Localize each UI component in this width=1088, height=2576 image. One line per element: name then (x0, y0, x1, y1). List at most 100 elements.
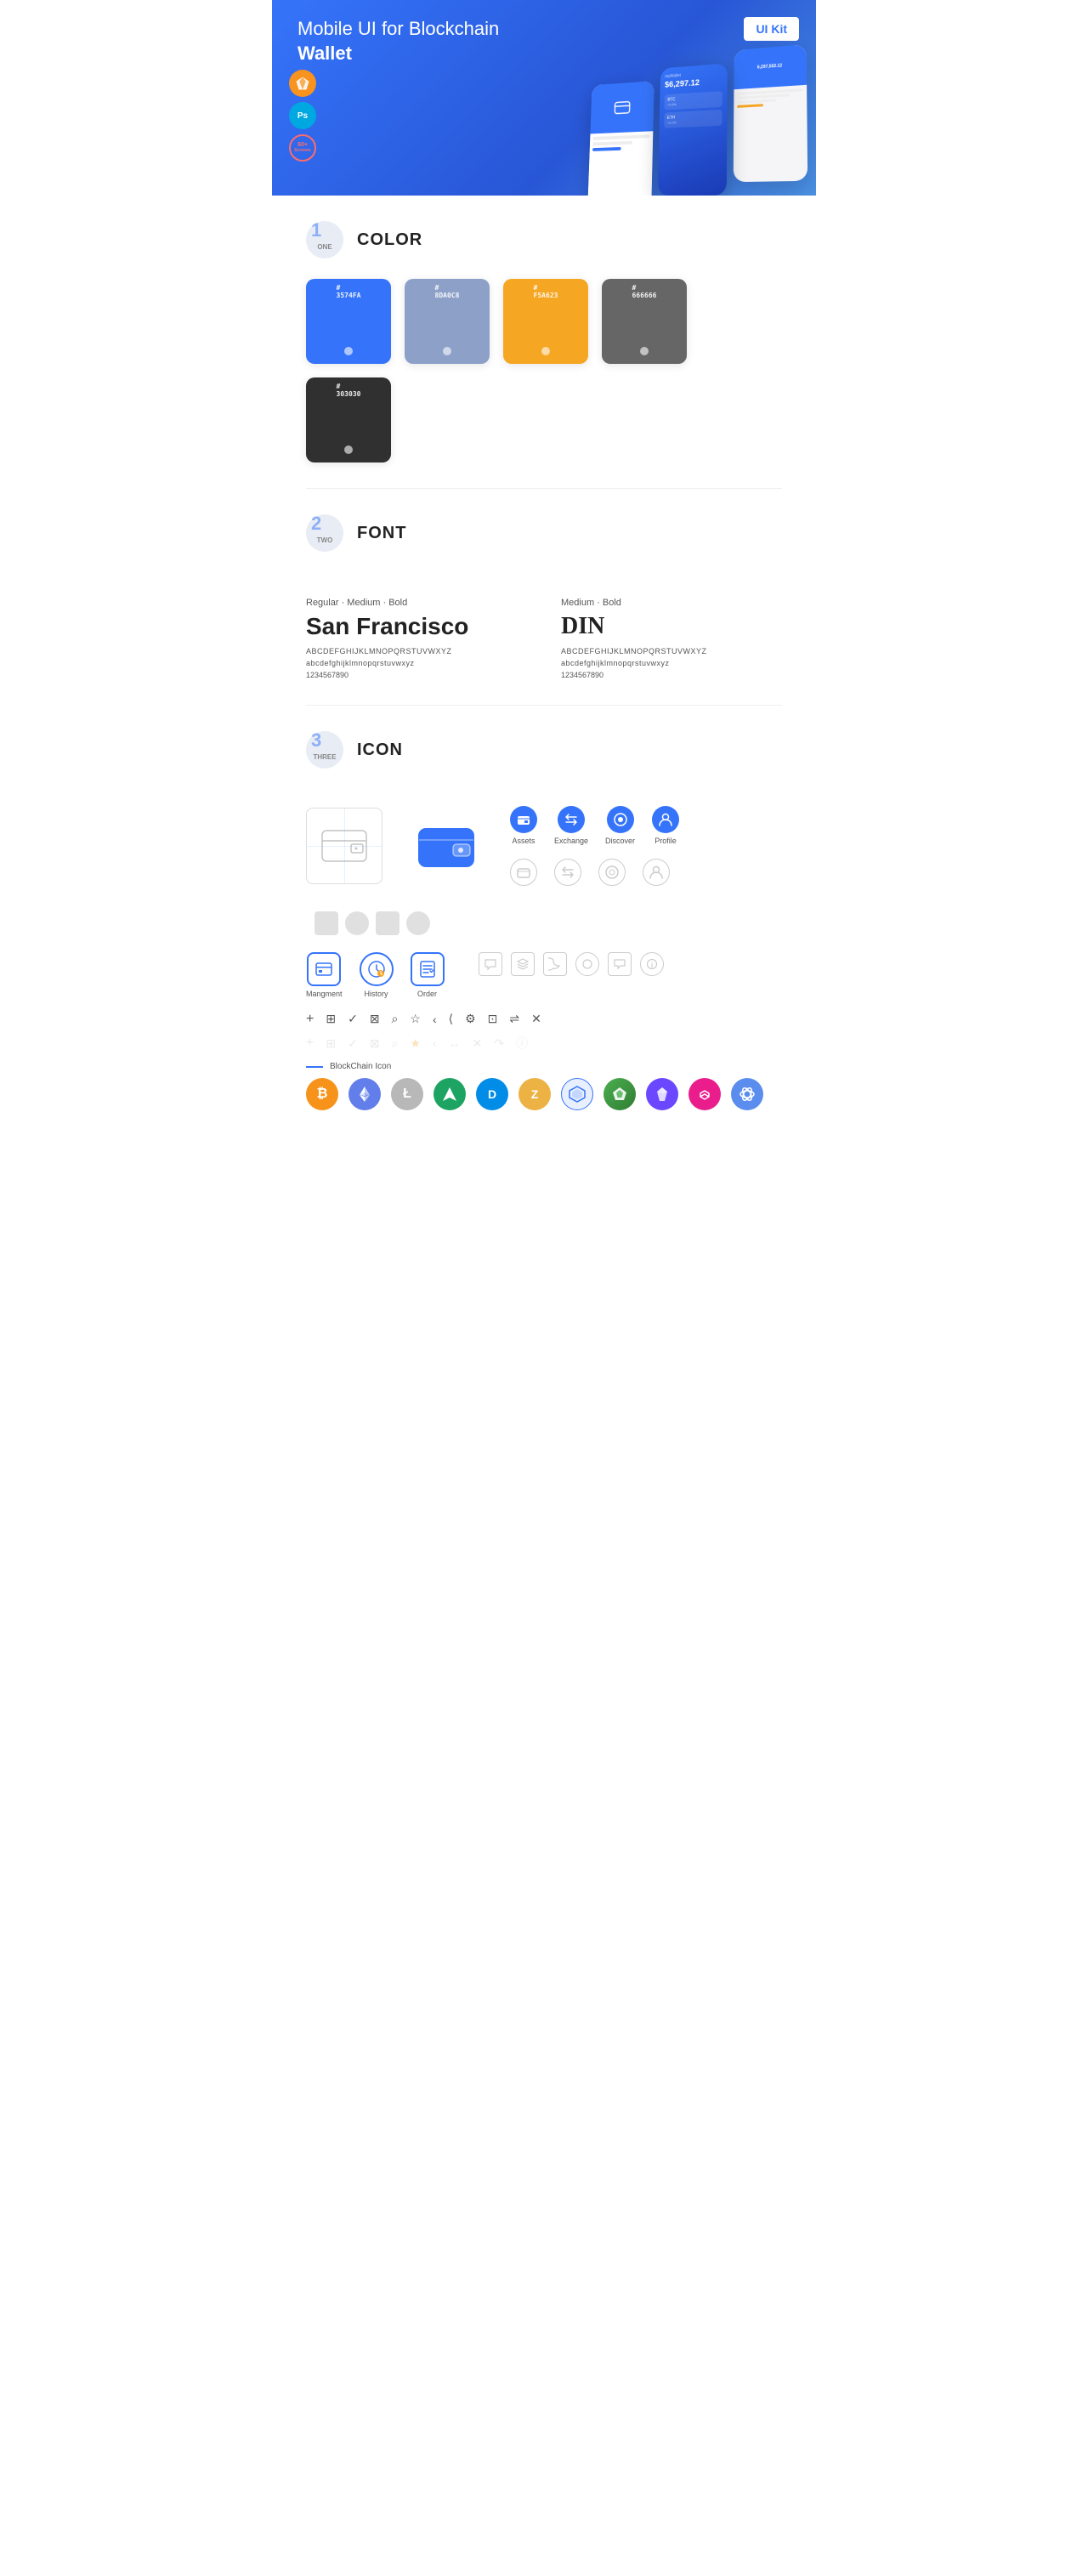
phone-mock-2: myWallet $6,297.12 BTC +2.3% ETH +1.1% (658, 63, 728, 196)
profile-label: Profile (654, 837, 677, 845)
extra-icons-row1 (314, 911, 430, 935)
matic-icon (688, 1078, 721, 1110)
settings-icon: ⚙ (465, 1012, 476, 1026)
icon-main-row: Assets Exchange (306, 806, 782, 935)
color-section-header: 1 ONE COLOR (306, 221, 782, 258)
extra-icon-1 (314, 911, 338, 935)
share-icon: ⟨ (449, 1012, 453, 1026)
comment-icon (479, 952, 502, 976)
crystal-icon (646, 1078, 678, 1110)
profile-tab-icon: Profile (652, 806, 679, 845)
swatch-slate: #8DA0C8 (405, 279, 490, 364)
grid-icon: ⊠ (370, 1012, 380, 1026)
extra-icons-right (314, 911, 430, 935)
din-name: DIN (561, 613, 782, 640)
discover-icon-circle (607, 806, 634, 833)
font-section: 2 TWO FONT (272, 489, 816, 598)
check-icon: ✓ (348, 1012, 358, 1026)
sf-uppercase: ABCDEFGHIJKLMNOPQRSTUVWXYZ (306, 647, 527, 655)
small-icons-row-2: + ⊞ ✓ ⊠ ⌕ ★ ‹ ↔ ✕ ↷ ⓘ (306, 1035, 782, 1052)
swatch-dark: #303030 (306, 377, 391, 462)
tab-icons-group: Assets Exchange (510, 806, 679, 886)
chevron-left-icon-faded: ‹ (433, 1036, 437, 1050)
litecoin-icon: Ł (391, 1078, 423, 1110)
star-icon-active: ★ (410, 1036, 421, 1051)
history-label: History (365, 990, 388, 998)
order-icon: Order (411, 952, 445, 998)
photoshop-icon: Ps (289, 102, 316, 129)
small-icons-row-1: + ⊞ ✓ ⊠ ⌕ ☆ ‹ ⟨ ⚙ ⊡ ⇌ ✕ (306, 1012, 782, 1026)
hero-title-bold: Wallet (298, 43, 352, 64)
profile-outline-icon (643, 859, 670, 886)
plus-icon: + (306, 1013, 314, 1026)
icon-section-number: 3 THREE (306, 731, 343, 769)
close-icon: ✕ (531, 1012, 541, 1026)
sf-name: San Francisco (306, 613, 527, 640)
star-icon: ☆ (410, 1012, 421, 1026)
din-numerals: 1234567890 (561, 671, 782, 679)
extra-icon-3 (376, 911, 400, 935)
ethereum-icon (348, 1078, 381, 1110)
search-icon: ⌕ (392, 1012, 399, 1026)
color-section-number: 1 ONE (306, 221, 343, 258)
font-columns: Regular · Medium · Bold San Francisco AB… (272, 598, 816, 705)
exchange-label: Exchange (554, 837, 588, 845)
blockchain-label: BlockChain Icon (306, 1062, 782, 1071)
dash-icon: D (476, 1078, 508, 1110)
management-label: Mangment (306, 990, 343, 998)
mgmt-icons-row: Mangment History Order (306, 952, 782, 998)
info-icon: i (640, 952, 664, 976)
expand-icon: ⊡ (488, 1012, 498, 1026)
hero-icons: Ps 60+ Screens (289, 70, 316, 162)
icon-section-title: 3 THREE ICON (306, 731, 782, 769)
arrows-icon-faded: ↔ (449, 1036, 461, 1050)
hero-title: Mobile UI for Blockchain Wallet (298, 17, 536, 65)
management-icon-box (307, 952, 341, 986)
assets-outline-icon (510, 859, 537, 886)
moon-icon (543, 952, 567, 976)
redo-icon-faded: ↷ (494, 1036, 504, 1051)
sf-lowercase: abcdefghijklmnopqrstuvwxyz (306, 659, 527, 667)
crypto-icons-row: ₿ Ł D Z (306, 1078, 782, 1110)
svg-text:i: i (651, 962, 653, 969)
font-section-label: FONT (357, 524, 406, 543)
exchange-icon-circle (558, 806, 585, 833)
extra-icon-2 (345, 911, 369, 935)
wallet-wireframe-icon (306, 808, 382, 884)
ui-kit-badge: UI Kit (744, 17, 799, 41)
profile-icon-circle (652, 806, 679, 833)
phone-mock-1 (587, 81, 654, 196)
swatch-gray: #666666 (602, 279, 687, 364)
font-section-number: 2 TWO (306, 514, 343, 552)
wallet-blue-icon (408, 808, 484, 884)
swatch-orange: #F5A623 (503, 279, 588, 364)
screens-badge: 60+ Screens (289, 134, 316, 162)
din-style-label: Medium · Bold (561, 598, 782, 608)
sf-numerals: 1234567890 (306, 671, 527, 679)
chat-icon (608, 952, 632, 976)
icon-main-area: Assets Exchange (272, 797, 816, 1136)
info-icon-faded: ⓘ (516, 1035, 528, 1052)
discover-tab-icon: Discover (605, 806, 635, 845)
tab-icons-row-1: Assets Exchange (510, 806, 679, 845)
sf-style-label: Regular · Medium · Bold (306, 598, 527, 608)
phone-mockups: myWallet $6,297.12 BTC +2.3% ETH +1.1% 6… (587, 70, 808, 196)
augur-icon (604, 1078, 636, 1110)
discover-label: Discover (605, 837, 635, 845)
exchange-outline-icon (554, 859, 581, 886)
blockchain-coin-icon (561, 1078, 593, 1110)
color-section-label: COLOR (357, 230, 422, 250)
hero-section: Mobile UI for Blockchain Wallet UI Kit P… (272, 0, 816, 196)
x-icon-faded: ✕ (473, 1036, 483, 1051)
din-lowercase: abcdefghijklmnopqrstuvwxyz (561, 659, 782, 667)
swap-icon: ⇌ (509, 1012, 519, 1026)
search-icon-faded: ⌕ (392, 1036, 399, 1051)
stack-icon (511, 952, 535, 976)
management-icon: Mangment (306, 952, 343, 998)
exchange-tab-icon: Exchange (554, 806, 588, 845)
chevron-left-icon: ‹ (433, 1013, 437, 1026)
icon-section-label: ICON (357, 740, 403, 760)
phone-mock-3: 6,297,502.12 (734, 44, 808, 182)
font-san-francisco: Regular · Medium · Bold San Francisco AB… (306, 598, 527, 679)
assets-icon-circle (510, 806, 537, 833)
